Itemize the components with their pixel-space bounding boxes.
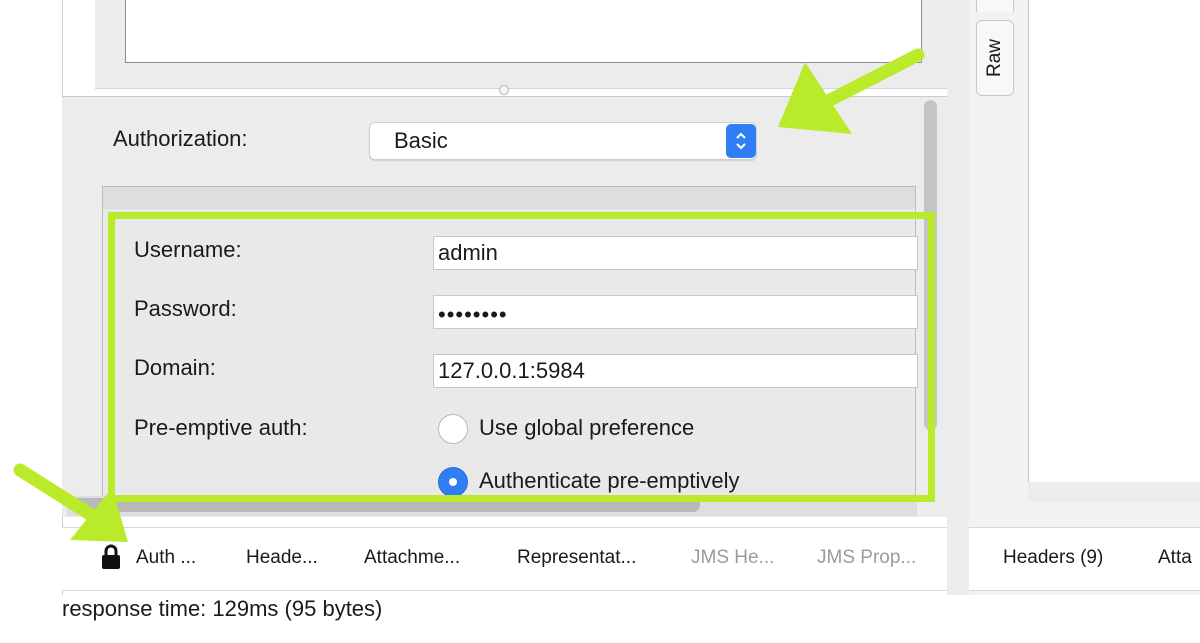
- authorization-select-value: Basic: [394, 128, 448, 153]
- tab-raw-label: Raw: [984, 38, 1005, 78]
- left-margin: [0, 0, 62, 643]
- response-status-area: [969, 595, 1200, 643]
- tab-raw[interactable]: Raw: [976, 20, 1014, 96]
- request-body-editor[interactable]: [125, 0, 922, 63]
- tab-headers[interactable]: Heade...: [246, 547, 318, 569]
- credentials-form-header: [103, 187, 915, 209]
- side-tab-above[interactable]: [976, 0, 1014, 12]
- splitter-handle[interactable]: [499, 85, 509, 95]
- tab-attachments[interactable]: Attachme...: [364, 547, 460, 569]
- tab-auth[interactable]: Auth ...: [136, 547, 196, 569]
- tab-response-headers[interactable]: Headers (9): [1003, 547, 1103, 569]
- tab-representations[interactable]: Representat...: [517, 547, 636, 569]
- panel-divider[interactable]: [947, 0, 969, 595]
- response-time-status: response time: 129ms (95 bytes): [62, 596, 383, 621]
- response-scroll-area: [1028, 482, 1200, 502]
- tab-jms-headers: JMS He...: [691, 547, 775, 568]
- tab-response-attachments[interactable]: Atta: [1158, 547, 1192, 569]
- lock-icon: [102, 544, 120, 569]
- tab-jms-properties: JMS Prop...: [817, 547, 917, 568]
- response-content: [1028, 0, 1200, 483]
- authorization-label: Authorization:: [113, 126, 248, 151]
- select-stepper-icon[interactable]: [726, 124, 756, 158]
- highlight-box: [108, 212, 935, 502]
